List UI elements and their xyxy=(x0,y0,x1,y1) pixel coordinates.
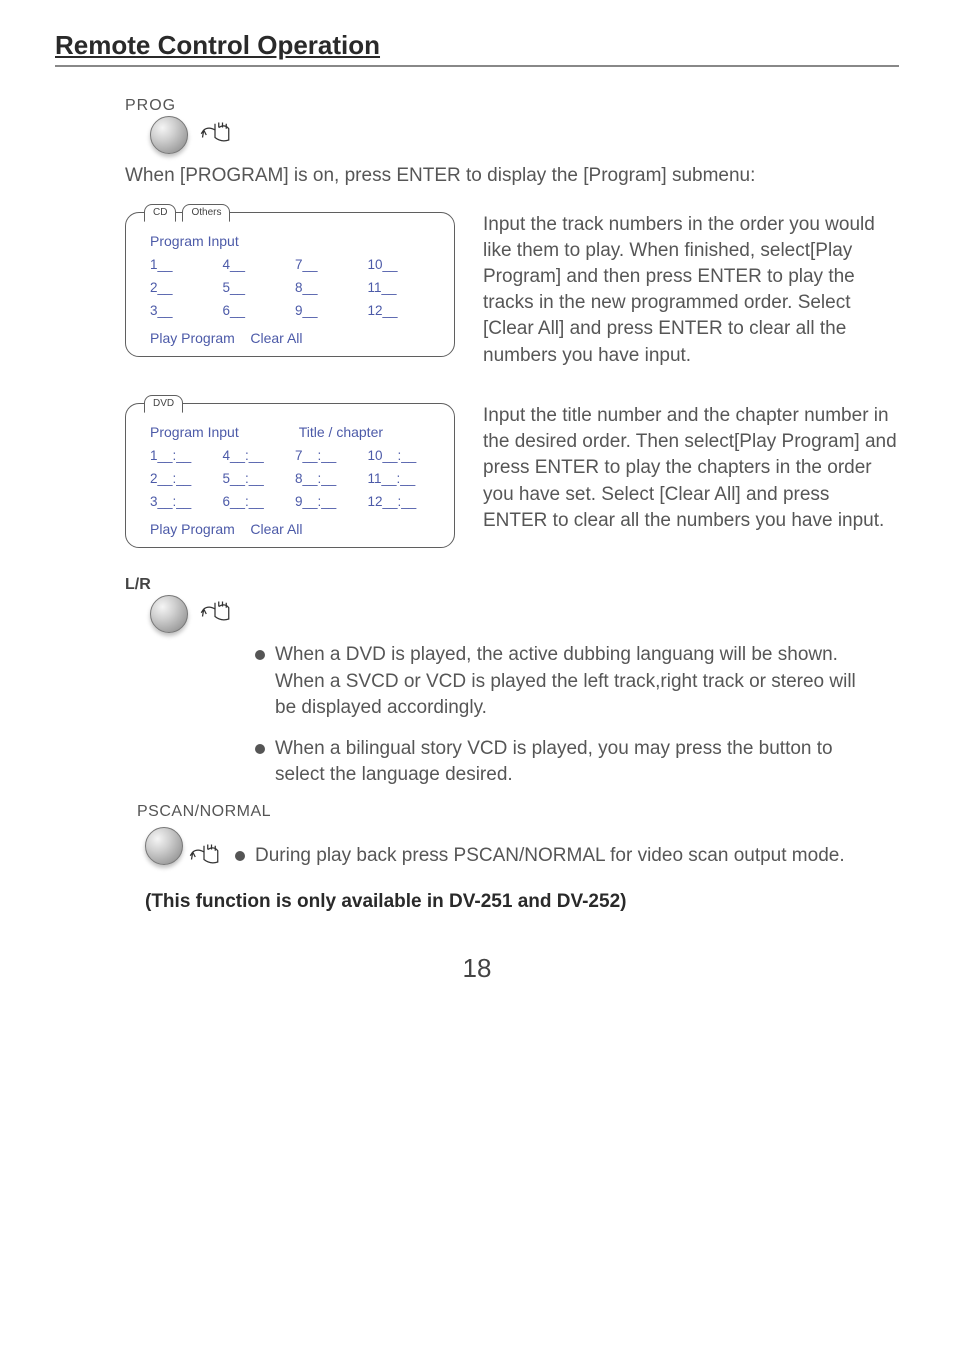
dvd-cell: 3__:__ xyxy=(150,494,223,509)
dvd-head1: Program Input xyxy=(150,424,239,440)
bullet-dot-icon xyxy=(235,851,245,861)
lr-bullet-2: When a bilingual story VCD is played, yo… xyxy=(275,736,869,789)
title-rule xyxy=(55,65,899,67)
pscan-button[interactable] xyxy=(145,827,183,865)
dvd-cell: 12__:__ xyxy=(368,494,441,509)
cd-cell: 2__ xyxy=(150,280,223,295)
dvd-cell: 8__:__ xyxy=(295,471,368,486)
list-item: When a bilingual story VCD is played, yo… xyxy=(255,736,869,789)
cd-cell: 12__ xyxy=(368,303,441,318)
page-title: Remote Control Operation xyxy=(55,30,899,61)
cd-cell: 7__ xyxy=(295,257,368,272)
cd-program-panel: CD Others Program Input 1__ 4__ 7__ 10__… xyxy=(125,212,455,357)
lr-bullet-1: When a DVD is played, the active dubbing… xyxy=(275,642,869,722)
cd-cell: 9__ xyxy=(295,303,368,318)
lr-bullets: When a DVD is played, the active dubbing… xyxy=(255,642,869,789)
pointer-icon xyxy=(200,115,240,155)
cd-cell: 4__ xyxy=(223,257,296,272)
cd-grid: 1__ 4__ 7__ 10__ 2__ 5__ 8__ 11__ 3__ 6_… xyxy=(150,257,440,318)
prog-button[interactable] xyxy=(150,116,188,154)
tab-dvd: DVD xyxy=(144,395,183,413)
cd-cell: 8__ xyxy=(295,280,368,295)
prog-button-row xyxy=(150,115,899,155)
dvd-play-program: Play Program xyxy=(150,521,235,537)
cd-cell: 3__ xyxy=(150,303,223,318)
lr-button[interactable] xyxy=(150,595,188,633)
pscan-row: During play back press PSCAN/NORMAL for … xyxy=(145,827,899,877)
cd-clear-all: Clear All xyxy=(250,330,302,346)
list-item: When a DVD is played, the active dubbing… xyxy=(255,642,869,722)
cd-cell: 11__ xyxy=(368,280,441,295)
dvd-cell: 11__:__ xyxy=(368,471,441,486)
cd-cell: 10__ xyxy=(368,257,441,272)
dvd-cell: 9__:__ xyxy=(295,494,368,509)
availability-note: (This function is only available in DV-2… xyxy=(145,891,899,913)
dvd-clear-all: Clear All xyxy=(250,521,302,537)
dvd-cell: 5__:__ xyxy=(223,471,296,486)
prog-label: PROG xyxy=(125,97,899,115)
dvd-row: DVD Program Input Title / chapter 1__:__… xyxy=(125,403,899,548)
dvd-cell: 7__:__ xyxy=(295,448,368,463)
page-number: 18 xyxy=(55,953,899,984)
dvd-cell: 4__:__ xyxy=(223,448,296,463)
cd-row: CD Others Program Input 1__ 4__ 7__ 10__… xyxy=(125,212,899,369)
prog-intro-text: When [PROGRAM] is on, press ENTER to dis… xyxy=(125,163,879,190)
dvd-desc: Input the title number and the chapter n… xyxy=(483,403,899,534)
dvd-cell: 2__:__ xyxy=(150,471,223,486)
cd-play-program: Play Program xyxy=(150,330,235,346)
pointer-icon xyxy=(189,837,229,877)
dvd-grid: 1__:__ 4__:__ 7__:__ 10__:__ 2__:__ 5__:… xyxy=(150,448,440,509)
bullet-dot-icon xyxy=(255,650,265,660)
cd-cell: 5__ xyxy=(223,280,296,295)
tab-cd: CD xyxy=(144,204,176,222)
dvd-cell: 10__:__ xyxy=(368,448,441,463)
cd-cell: 1__ xyxy=(150,257,223,272)
pscan-text: During play back press PSCAN/NORMAL for … xyxy=(255,843,845,870)
pscan-label: PSCAN/NORMAL xyxy=(137,803,899,821)
dvd-head2: Title / chapter xyxy=(299,424,383,440)
dvd-cell: 1__:__ xyxy=(150,448,223,463)
cd-cell: 6__ xyxy=(223,303,296,318)
tab-others: Others xyxy=(182,204,230,222)
lr-label: L/R xyxy=(125,576,899,594)
lr-button-row xyxy=(150,594,899,634)
dvd-cell: 6__:__ xyxy=(223,494,296,509)
cd-desc: Input the track numbers in the order you… xyxy=(483,212,899,369)
pointer-icon xyxy=(200,594,240,634)
dvd-program-panel: DVD Program Input Title / chapter 1__:__… xyxy=(125,403,455,548)
cd-head: Program Input xyxy=(150,233,239,249)
bullet-dot-icon xyxy=(255,744,265,754)
